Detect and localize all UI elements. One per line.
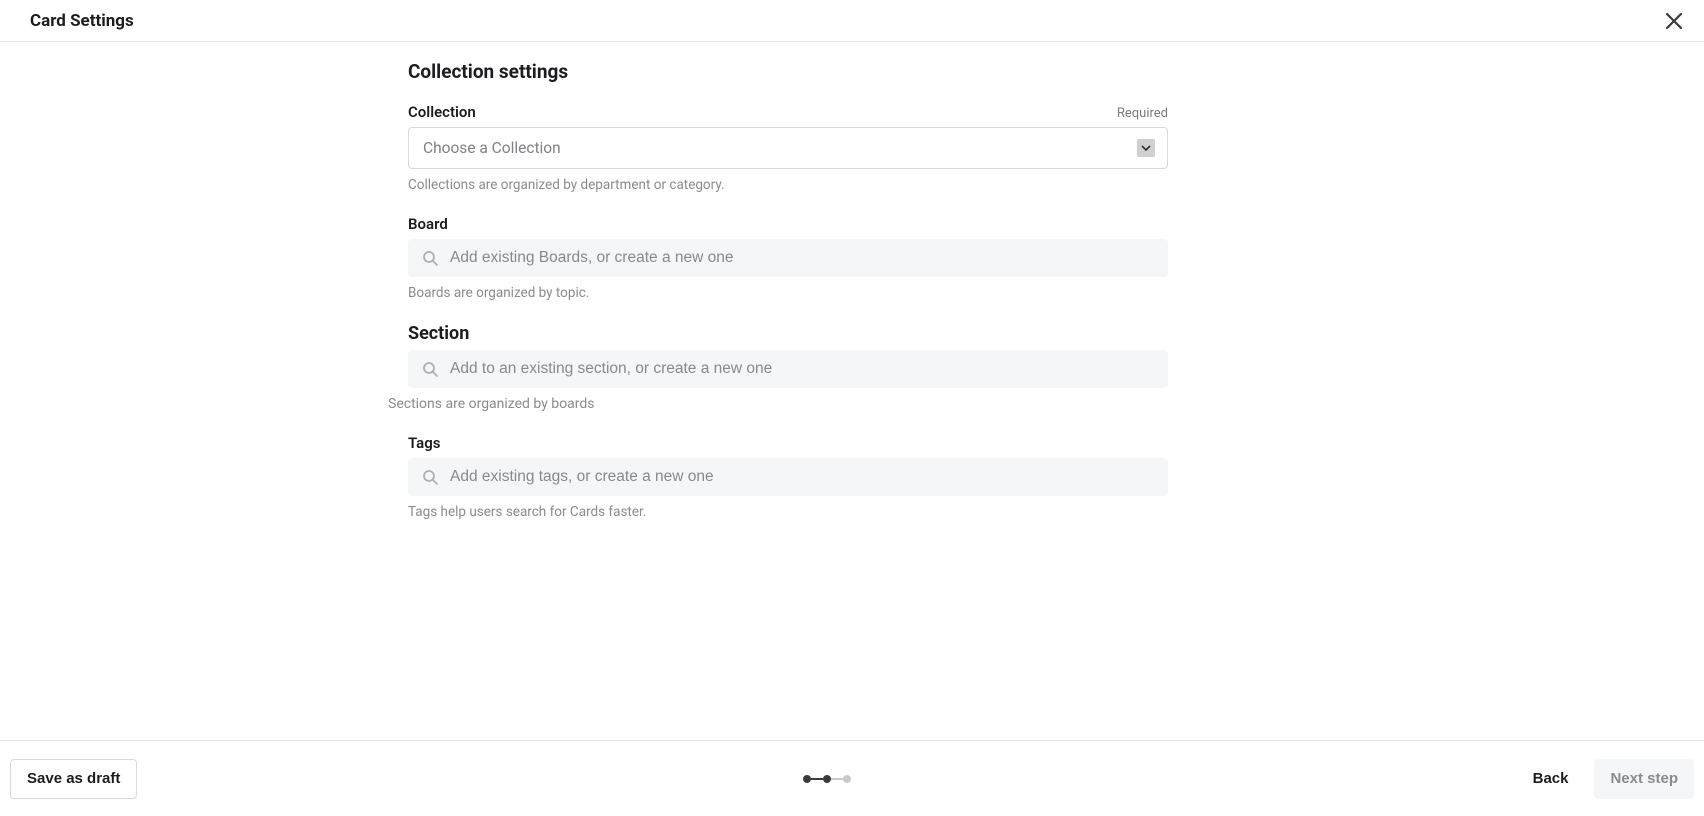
section-label: Section <box>408 323 469 344</box>
search-icon <box>422 250 438 266</box>
board-label: Board <box>408 215 448 233</box>
close-button[interactable] <box>1660 7 1688 35</box>
field-tags: Tags Tags help users search for Cards fa… <box>408 434 1168 520</box>
tags-input[interactable] <box>450 468 1154 486</box>
tags-input-wrap[interactable] <box>408 458 1168 496</box>
step-connector <box>811 778 823 780</box>
section-input[interactable] <box>450 360 1154 378</box>
collection-select[interactable]: Choose a Collection <box>408 127 1168 169</box>
step-dot-2 <box>823 775 831 783</box>
main-content: Collection settings Collection Required … <box>408 42 1168 520</box>
board-input-wrap[interactable] <box>408 239 1168 277</box>
tags-label: Tags <box>408 434 441 452</box>
board-input[interactable] <box>450 249 1154 267</box>
step-dot-3 <box>843 775 851 783</box>
step-dot-1 <box>803 775 811 783</box>
step-connector <box>831 778 843 780</box>
chevron-down-icon <box>1137 139 1155 157</box>
search-icon <box>422 469 438 485</box>
search-icon <box>422 361 438 377</box>
step-indicator <box>803 775 851 783</box>
board-help: Boards are organized by topic. <box>408 285 1168 301</box>
footer-bar: Save as draft Back Next step <box>0 740 1704 816</box>
next-step-button[interactable]: Next step <box>1594 759 1694 799</box>
page-title: Card Settings <box>30 11 134 31</box>
back-button[interactable]: Back <box>1517 759 1585 799</box>
collection-help: Collections are organized by department … <box>408 177 1168 193</box>
field-board: Board Boards are organized by topic. <box>408 215 1168 301</box>
required-indicator: Required <box>1117 106 1168 121</box>
section-help: Sections are organized by boards <box>388 396 1148 412</box>
close-icon <box>1665 12 1683 30</box>
collection-placeholder: Choose a Collection <box>423 139 561 157</box>
save-draft-button[interactable]: Save as draft <box>10 759 137 799</box>
section-input-wrap[interactable] <box>408 350 1168 388</box>
header-bar: Card Settings <box>0 0 1704 42</box>
field-collection: Collection Required Choose a Collection … <box>408 103 1168 193</box>
field-section: Section Sections are organized by boards <box>408 323 1168 412</box>
collection-label: Collection <box>408 103 476 121</box>
section-heading: Collection settings <box>408 60 1168 83</box>
tags-help: Tags help users search for Cards faster. <box>408 504 1168 520</box>
